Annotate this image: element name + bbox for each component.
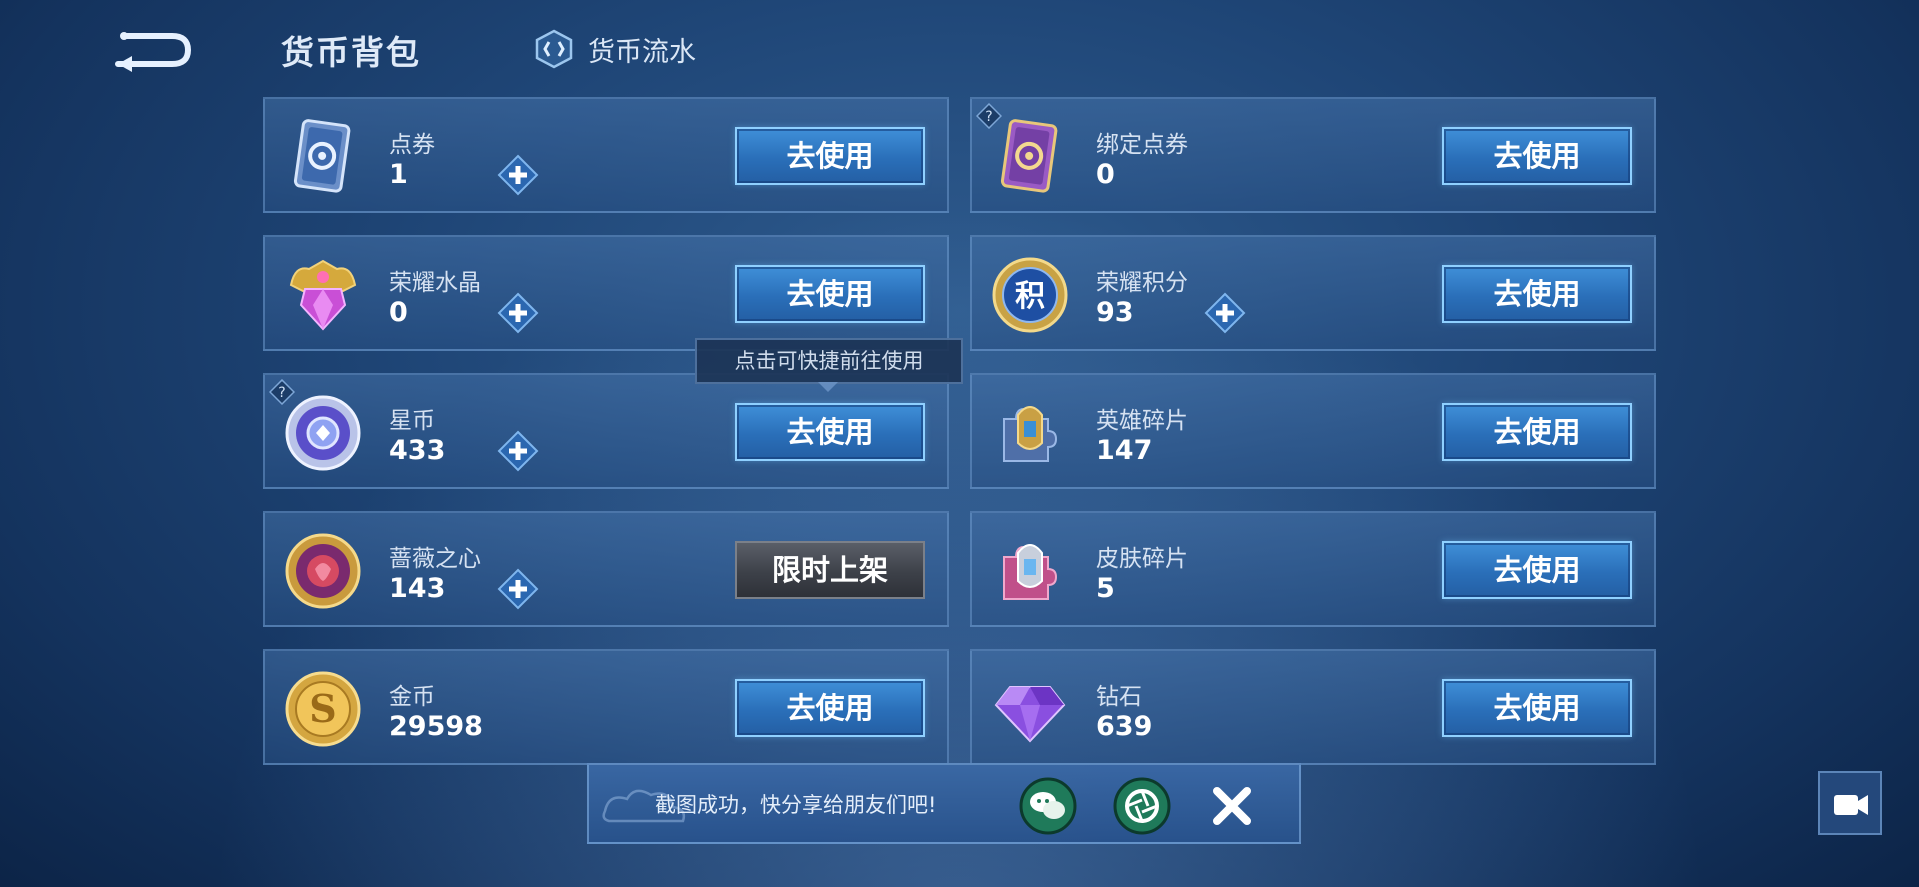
currency-card-voucher: 点券 1 去使用 bbox=[263, 97, 949, 213]
currency-name: 钻石 bbox=[1096, 684, 1142, 710]
currency-amount: 1 bbox=[389, 159, 408, 190]
add-plus-icon[interactable] bbox=[497, 568, 539, 610]
use-button[interactable]: 去使用 bbox=[735, 265, 925, 323]
currency-amount: 0 bbox=[1096, 159, 1115, 190]
diamond-icon bbox=[994, 686, 1066, 743]
hero-fragment-icon bbox=[1003, 406, 1058, 462]
currency-name: 金币 bbox=[389, 684, 435, 710]
moments-share-icon[interactable] bbox=[1113, 777, 1171, 835]
currency-name: 星币 bbox=[389, 408, 435, 434]
currency-name: 蔷薇之心 bbox=[389, 546, 481, 572]
svg-text:积: 积 bbox=[1015, 279, 1045, 314]
add-plus-icon[interactable] bbox=[497, 292, 539, 334]
currency-name: 荣耀水晶 bbox=[389, 270, 481, 296]
currency-amount: 433 bbox=[389, 435, 446, 466]
use-button[interactable]: 去使用 bbox=[1442, 679, 1632, 737]
flow-icon bbox=[535, 29, 573, 69]
skin-fragment-icon bbox=[1003, 544, 1058, 600]
currency-card-gold: S 金币 29598 去使用 bbox=[263, 649, 949, 765]
currency-flow-tab[interactable]: 货币流水 bbox=[534, 26, 696, 72]
svg-text:S: S bbox=[309, 686, 336, 731]
currency-amount: 93 bbox=[1096, 297, 1134, 328]
currency-card-glory-points: 积 荣耀积分 93 去使用 bbox=[970, 235, 1656, 351]
back-button[interactable] bbox=[110, 26, 194, 74]
currency-name: 英雄碎片 bbox=[1096, 408, 1188, 434]
use-button[interactable]: 去使用 bbox=[1442, 403, 1632, 461]
limited-time-button[interactable]: 限时上架 bbox=[735, 541, 925, 599]
currency-card-star-coin: ? 星币 433 去使用 bbox=[263, 373, 949, 489]
currency-name: 皮肤碎片 bbox=[1096, 546, 1188, 572]
currency-flow-label: 货币流水 bbox=[588, 36, 696, 68]
add-plus-icon[interactable] bbox=[1204, 292, 1246, 334]
use-button[interactable]: 去使用 bbox=[735, 679, 925, 737]
tooltip-pointer bbox=[818, 382, 838, 392]
video-camera-icon bbox=[1834, 795, 1868, 815]
currency-amount: 0 bbox=[389, 297, 408, 328]
currency-amount: 5 bbox=[1096, 573, 1115, 604]
currency-card-glory-crystal: 荣耀水晶 0 去使用 bbox=[263, 235, 949, 351]
currency-amount: 143 bbox=[389, 573, 446, 604]
gold-coin-icon: S bbox=[285, 671, 361, 747]
use-button[interactable]: 去使用 bbox=[735, 403, 925, 461]
screenshot-share-bar: 截图成功，快分享给朋友们吧! bbox=[587, 763, 1301, 844]
currency-amount: 147 bbox=[1096, 435, 1153, 466]
back-arrow-icon bbox=[115, 32, 192, 72]
record-video-button[interactable] bbox=[1818, 771, 1882, 835]
wechat-share-icon[interactable] bbox=[1019, 777, 1077, 835]
currency-card-rose-heart: 蔷薇之心 143 限时上架 bbox=[263, 511, 949, 627]
add-plus-icon[interactable] bbox=[497, 430, 539, 472]
close-icon[interactable] bbox=[1209, 783, 1255, 829]
bound-ticket-icon bbox=[1000, 119, 1058, 193]
currency-name: 绑定点券 bbox=[1096, 132, 1188, 158]
currency-card-diamond: 钻石 639 去使用 bbox=[970, 649, 1656, 765]
currency-name: 点券 bbox=[389, 132, 435, 158]
currency-amount: 29598 bbox=[389, 711, 483, 742]
share-message: 截图成功，快分享给朋友们吧! bbox=[655, 793, 937, 817]
currency-name: 荣耀积分 bbox=[1096, 270, 1188, 296]
use-button[interactable]: 去使用 bbox=[735, 127, 925, 185]
crystal-icon bbox=[289, 259, 357, 331]
currency-card-hero-fragment: 英雄碎片 147 去使用 bbox=[970, 373, 1656, 489]
currency-card-bound-voucher: ? 绑定点券 0 去使用 bbox=[970, 97, 1656, 213]
rose-heart-icon bbox=[285, 533, 361, 609]
glory-points-icon: 积 bbox=[992, 257, 1068, 333]
currency-card-skin-fragment: 皮肤碎片 5 去使用 bbox=[970, 511, 1656, 627]
add-plus-icon[interactable] bbox=[497, 154, 539, 196]
use-button[interactable]: 去使用 bbox=[1442, 265, 1632, 323]
page-title: 货币背包 bbox=[281, 33, 421, 72]
currency-amount: 639 bbox=[1096, 711, 1153, 742]
use-button[interactable]: 去使用 bbox=[1442, 541, 1632, 599]
ticket-icon bbox=[293, 119, 351, 193]
star-coin-icon bbox=[285, 395, 361, 471]
use-button[interactable]: 去使用 bbox=[1442, 127, 1632, 185]
use-tooltip: 点击可快捷前往使用 bbox=[695, 338, 963, 384]
